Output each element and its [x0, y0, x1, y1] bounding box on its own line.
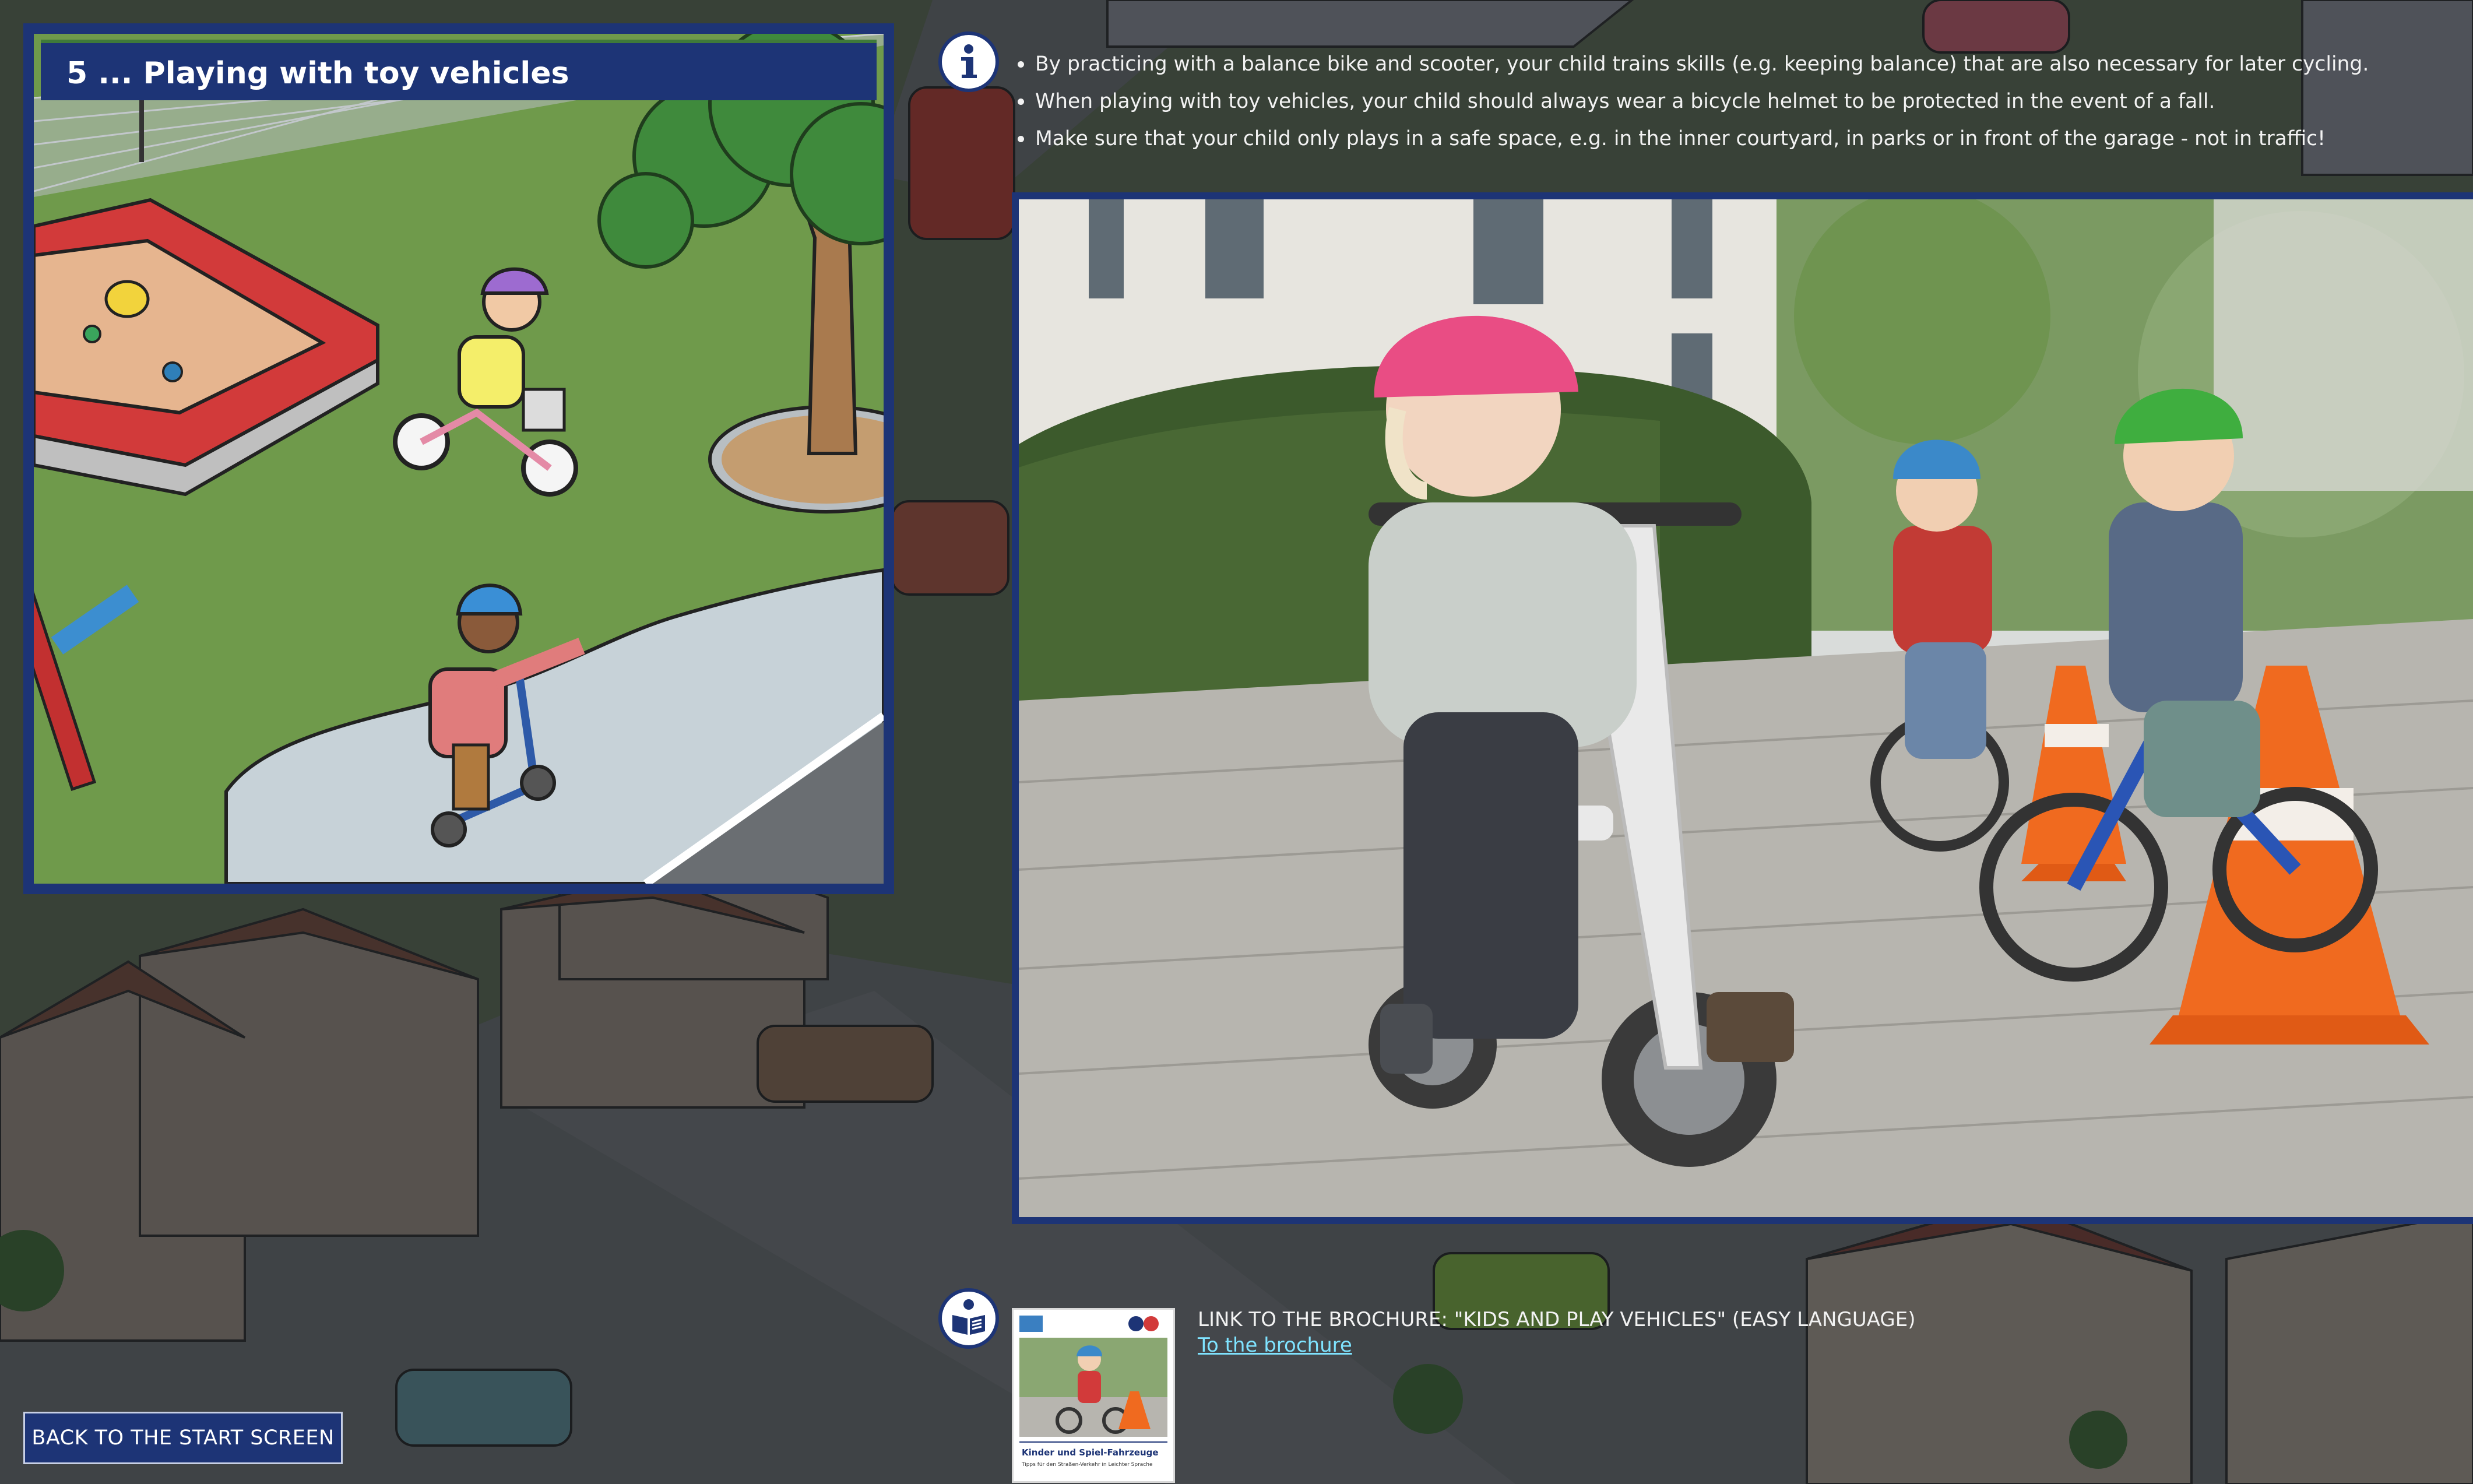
scene-title-bar: 5 ... Playing with toy vehicles — [41, 40, 877, 100]
info-bullet: When playing with toy vehicles, your chi… — [1014, 83, 2369, 120]
brochure-heading: LINK TO THE BROCHURE: "KIDS AND PLAY VEH… — [1198, 1308, 1916, 1331]
playground-illustration — [34, 34, 884, 884]
easy-language-book-icon — [952, 1299, 985, 1335]
brochure-thumbnail[interactable]: Kinder und Spiel-Fahrzeuge Tipps für den… — [1012, 1308, 1175, 1483]
scene-title: 5 ... Playing with toy vehicles — [66, 56, 569, 91]
photo-panel — [1012, 192, 2473, 1224]
children-balance-bike-photo — [1019, 199, 2473, 1217]
brochure-link[interactable]: To the brochure — [1198, 1334, 1352, 1357]
info-bullet: By practicing with a balance bike and sc… — [1014, 45, 2369, 83]
info-glyph-icon — [961, 44, 977, 78]
info-bullet: Make sure that your child only plays in … — [1014, 120, 2369, 157]
info-icon — [938, 31, 999, 92]
brochure-thumb-title: Kinder und Spiel-Fahrzeuge — [1022, 1447, 1159, 1458]
brochure-thumb-subtitle: Tipps für den Straßen-Verkehr in Leichte… — [1021, 1462, 1153, 1468]
info-bullet-list: By practicing with a balance bike and sc… — [1014, 45, 2369, 157]
scene-illustration: 5 ... Playing with toy vehicles — [34, 34, 884, 884]
brochure-cover-image: Kinder und Spiel-Fahrzeuge Tipps für den… — [1014, 1310, 1173, 1481]
back-to-start-button[interactable]: BACK TO THE START SCREEN — [23, 1412, 343, 1464]
scene-illustration-panel: 5 ... Playing with toy vehicles — [23, 23, 894, 894]
brochure-book-icon — [938, 1288, 999, 1349]
